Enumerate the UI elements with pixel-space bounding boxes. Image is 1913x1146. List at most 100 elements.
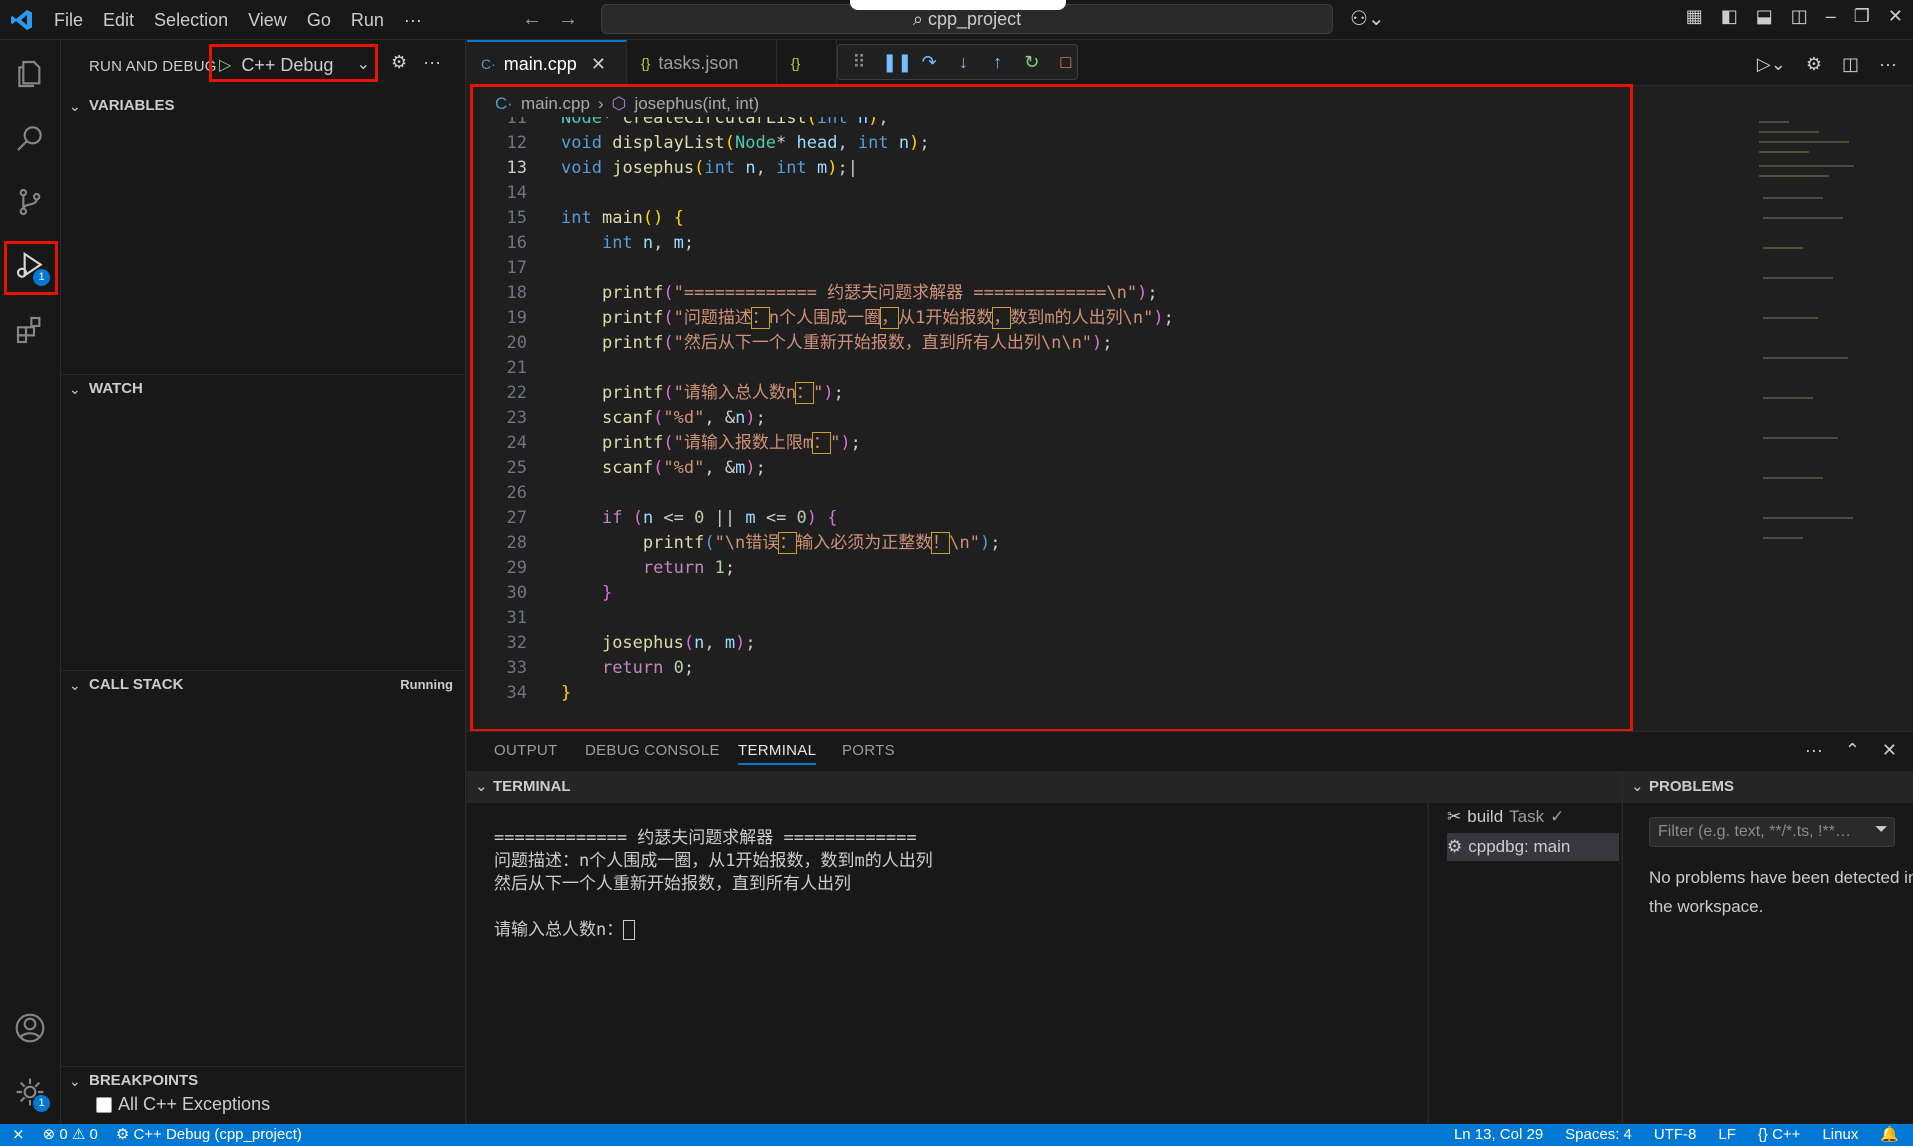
code-text: printf("请输入报数上限m："); bbox=[601, 432, 861, 454]
layout-icon[interactable]: ▦ bbox=[1686, 6, 1703, 27]
remote-icon[interactable]: ⨯ bbox=[12, 1124, 25, 1146]
panel-actions: ··· ⌃ ✕ bbox=[1805, 740, 1897, 761]
close-panel-icon[interactable]: ✕ bbox=[1882, 740, 1897, 761]
platform[interactable]: Linux bbox=[1822, 1124, 1858, 1146]
tab-debug-console[interactable]: DEBUG CONSOLE bbox=[585, 742, 720, 759]
sidebar-tools: ⚙ ··· bbox=[391, 52, 441, 73]
section-watch[interactable]: ⌄ WATCH bbox=[61, 374, 465, 402]
restore-icon[interactable]: ❐ bbox=[1854, 6, 1870, 27]
eol[interactable]: LF bbox=[1718, 1124, 1736, 1146]
stop-icon[interactable]: □ bbox=[1055, 52, 1077, 73]
toggle-sidebar-icon[interactable]: ◧ bbox=[1721, 6, 1738, 27]
code-line: 25 scanf("%d", &m); bbox=[467, 456, 766, 481]
tab-output[interactable]: OUTPUT bbox=[494, 742, 557, 759]
account-icon[interactable] bbox=[8, 1006, 52, 1050]
toggle-secondary-sidebar-icon[interactable]: ◫ bbox=[1791, 6, 1808, 27]
menu-selection[interactable]: Selection bbox=[144, 10, 238, 31]
error-count: 0 bbox=[59, 1126, 68, 1143]
terminal-prompt-line: 请输入总人数n： bbox=[494, 919, 1427, 942]
chevron-down-icon[interactable]: ⌄ bbox=[357, 54, 370, 74]
symbol-method-icon: ⬡ bbox=[611, 94, 627, 113]
run-debug-dropdown-icon[interactable]: ▷⌄ bbox=[1757, 54, 1786, 75]
indentation[interactable]: Spaces: 4 bbox=[1565, 1124, 1632, 1146]
debug-target-status[interactable]: ⚙ C++ Debug (cpp_project) bbox=[116, 1124, 302, 1146]
debug-config-select[interactable]: ▷ C++ Debug ⌄ bbox=[211, 48, 376, 82]
step-over-icon[interactable]: ↷ bbox=[918, 52, 940, 73]
code-line: 16 int n, m; bbox=[467, 231, 695, 256]
toggle-panel-icon[interactable]: ⬓ bbox=[1756, 6, 1773, 27]
gear-icon[interactable]: ⚙ bbox=[391, 52, 407, 73]
split-editor-icon[interactable]: ◫ bbox=[1842, 54, 1859, 75]
step-into-icon[interactable]: ↓ bbox=[952, 52, 974, 73]
json-file-icon: {} bbox=[641, 55, 651, 71]
encoding[interactable]: UTF-8 bbox=[1654, 1124, 1697, 1146]
terminal-section-header[interactable]: ⌄ TERMINAL bbox=[467, 771, 1627, 803]
debug-icon: ⚙ bbox=[1447, 837, 1463, 856]
restart-icon[interactable]: ↻ bbox=[1021, 52, 1043, 73]
problems-status[interactable]: ⊗ 0 ⚠ 0 bbox=[43, 1124, 98, 1146]
menu-go[interactable]: Go bbox=[297, 10, 341, 31]
start-debug-icon[interactable]: ▷ bbox=[219, 55, 231, 75]
chevron-down-icon: ⌄ bbox=[69, 98, 81, 114]
gear-icon[interactable]: ⚙ bbox=[1806, 54, 1822, 75]
tab-tasks-json[interactable]: {} tasks.json bbox=[627, 40, 777, 86]
close-window-icon[interactable]: ✕ bbox=[1888, 6, 1903, 27]
drag-handle-icon[interactable]: ⠿ bbox=[848, 52, 870, 73]
more-icon[interactable]: ··· bbox=[1879, 54, 1897, 75]
terminal-item-cppdbg[interactable]: ⚙ cppdbg: main bbox=[1447, 833, 1619, 861]
source-control-icon[interactable] bbox=[8, 180, 52, 224]
chevron-down-icon: ⌄ bbox=[1631, 778, 1644, 795]
language-mode[interactable]: {} C++ bbox=[1758, 1124, 1801, 1146]
terminal-output[interactable]: ============= 约瑟夫问题求解器 ============= 问题描述… bbox=[467, 803, 1427, 1123]
problems-filter-placeholder: Filter (e.g. text, **/*.ts, !**… bbox=[1658, 823, 1851, 840]
step-out-icon[interactable]: ↑ bbox=[987, 52, 1009, 73]
run-debug-icon[interactable]: 1 bbox=[8, 244, 52, 288]
more-icon[interactable]: ··· bbox=[423, 52, 441, 73]
terminal-item-build[interactable]: ✂ build Task ✓ bbox=[1447, 803, 1564, 831]
section-call-stack[interactable]: ⌄ CALL STACK Running bbox=[61, 670, 465, 698]
code-line: 14 bbox=[506, 183, 527, 203]
manage-gear-icon[interactable]: 1 bbox=[8, 1070, 52, 1114]
problems-filter-input[interactable]: Filter (e.g. text, **/*.ts, !**… bbox=[1649, 817, 1895, 847]
back-arrow-icon[interactable]: ← bbox=[522, 8, 542, 31]
tab-ports[interactable]: PORTS bbox=[842, 742, 895, 759]
more-icon[interactable]: ··· bbox=[1805, 740, 1823, 761]
minimize-icon[interactable]: – bbox=[1826, 6, 1836, 27]
forward-arrow-icon[interactable]: → bbox=[558, 8, 578, 31]
editor-actions: ▷⌄ ⚙ ◫ ··· bbox=[1757, 54, 1897, 75]
panel-tabs: OUTPUT DEBUG CONSOLE TERMINAL PORTS ··· … bbox=[467, 731, 1913, 771]
cursor-position[interactable]: Ln 13, Col 29 bbox=[1454, 1124, 1543, 1146]
section-variables-label: VARIABLES bbox=[89, 97, 175, 114]
copilot-icon[interactable]: ⚇⌄ bbox=[1350, 6, 1385, 31]
pause-icon[interactable]: ❚❚ bbox=[882, 52, 912, 73]
menu-more[interactable]: ··· bbox=[394, 10, 432, 31]
maximize-panel-icon[interactable]: ⌃ bbox=[1845, 740, 1860, 761]
close-icon[interactable]: ✕ bbox=[591, 54, 606, 75]
notifications-bell-icon[interactable]: 🔔 bbox=[1880, 1124, 1899, 1146]
section-variables[interactable]: ⌄ VARIABLES bbox=[61, 92, 465, 120]
problems-header[interactable]: ⌄ PROBLEMS bbox=[1623, 771, 1913, 803]
filter-icon[interactable]: ⏷ bbox=[1875, 821, 1888, 839]
code-text: printf("\n错误：输入必须为正整数！\n"); bbox=[642, 532, 1001, 554]
menu-edit[interactable]: Edit bbox=[93, 10, 144, 31]
breadcrumb-symbol[interactable]: josephus(int, int) bbox=[634, 94, 759, 114]
search-view-icon[interactable] bbox=[8, 116, 52, 160]
breakpoint-item[interactable]: All C++ Exceptions bbox=[96, 1094, 270, 1115]
activity-bar: 1 1 bbox=[0, 40, 61, 1124]
code-text: printf("============= 约瑟夫问题求解器 =========… bbox=[601, 283, 1158, 303]
tab-terminal[interactable]: TERMINAL bbox=[738, 742, 817, 765]
explorer-icon[interactable] bbox=[8, 52, 52, 96]
section-breakpoints[interactable]: ⌄ BREAKPOINTS bbox=[61, 1066, 465, 1094]
menu-run[interactable]: Run bbox=[341, 10, 394, 31]
tab-main-cpp[interactable]: C· main.cpp ✕ bbox=[467, 40, 627, 86]
tab-json-overflow[interactable]: {} bbox=[777, 40, 837, 86]
breadcrumb-file[interactable]: main.cpp bbox=[521, 94, 590, 114]
chevron-right-icon: › bbox=[597, 94, 604, 113]
menu-bar: File Edit Selection View Go Run ··· bbox=[44, 0, 432, 40]
breakpoint-checkbox[interactable] bbox=[96, 1096, 112, 1113]
menu-view[interactable]: View bbox=[238, 10, 297, 31]
menu-file[interactable]: File bbox=[44, 10, 93, 31]
code-editor[interactable]: 11 Node* createCircularList(int n); 12 voi… bbox=[467, 117, 1753, 727]
extensions-icon[interactable] bbox=[8, 308, 52, 352]
minimap[interactable] bbox=[1753, 117, 1913, 727]
